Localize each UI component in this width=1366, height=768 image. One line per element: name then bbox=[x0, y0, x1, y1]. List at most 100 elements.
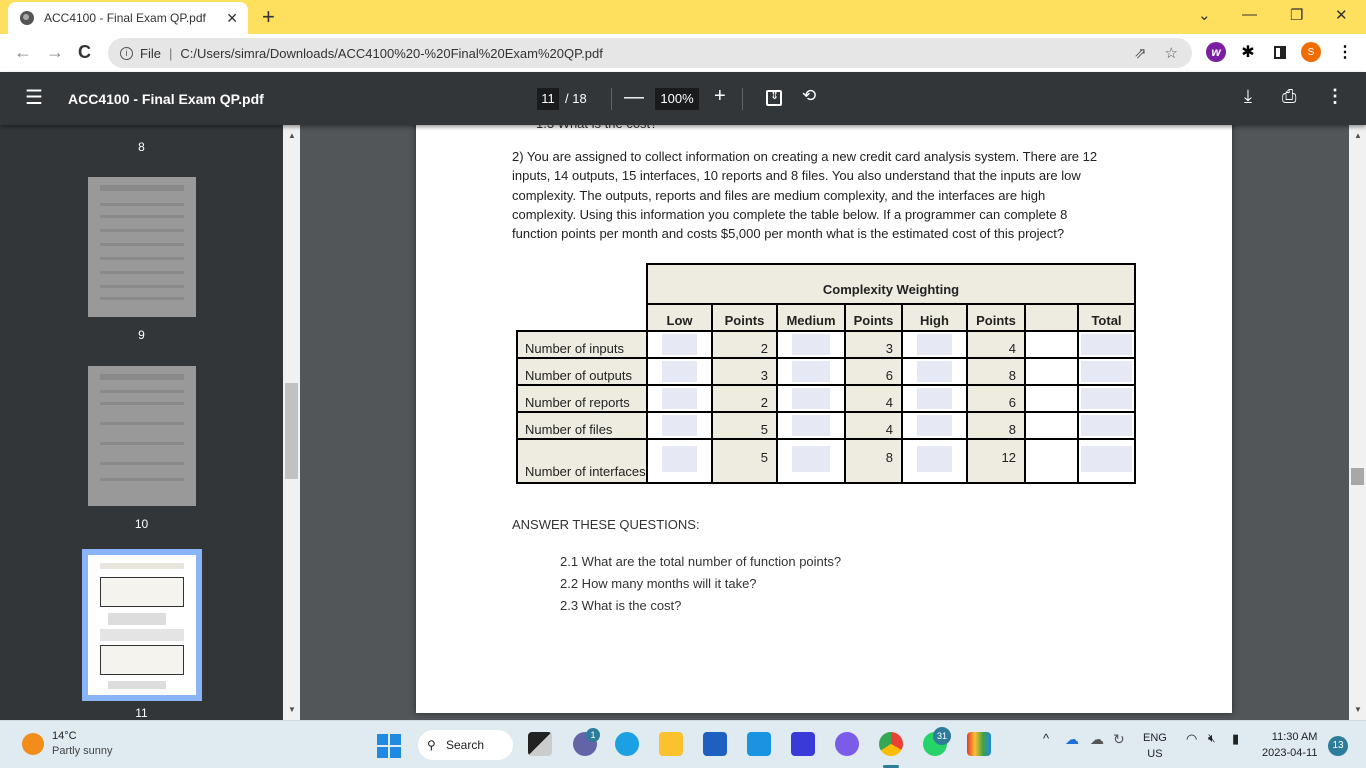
low-count-cell[interactable] bbox=[646, 384, 713, 413]
minimize-button[interactable]: — bbox=[1242, 6, 1257, 23]
info-icon[interactable]: i bbox=[120, 46, 133, 60]
medium-count-cell[interactable] bbox=[776, 330, 846, 359]
high-points-cell: 6 bbox=[966, 384, 1026, 413]
low-points-cell: 5 bbox=[711, 438, 778, 484]
language-indicator[interactable]: ENG US bbox=[1143, 730, 1167, 762]
system-clock[interactable]: 11:30 AM 2023-04-11 bbox=[1262, 729, 1317, 761]
thumbnail-page-number: 8 bbox=[138, 140, 145, 154]
download-icon[interactable]: ⤓ bbox=[1244, 86, 1252, 107]
bookmark-star-icon[interactable]: ☆ bbox=[1165, 44, 1178, 62]
low-count-cell[interactable] bbox=[646, 438, 713, 484]
medium-count-cell[interactable] bbox=[776, 411, 846, 440]
cloud-icon[interactable]: ☁ bbox=[1090, 731, 1104, 748]
forward-arrow-icon[interactable]: → bbox=[46, 42, 64, 63]
zoom-level-input[interactable]: 100% bbox=[655, 88, 699, 110]
page-thumbnail-active[interactable] bbox=[82, 549, 202, 701]
high-count-cell[interactable] bbox=[901, 330, 968, 359]
blank-cell bbox=[1024, 438, 1079, 484]
medium-count-cell[interactable] bbox=[776, 438, 846, 484]
address-url[interactable]: C:/Users/simra/Downloads/ACC4100%20-%20F… bbox=[180, 46, 602, 61]
clock-date: 2023-04-11 bbox=[1262, 747, 1318, 759]
reload-icon[interactable]: C bbox=[78, 42, 91, 63]
mail-icon[interactable] bbox=[747, 732, 771, 756]
address-separator: | bbox=[168, 45, 173, 61]
extension-w-icon[interactable]: w bbox=[1206, 42, 1226, 62]
globe-icon bbox=[20, 11, 34, 25]
medium-count-cell[interactable] bbox=[776, 357, 846, 386]
address-scheme-label: File bbox=[140, 45, 161, 61]
side-panel-icon[interactable] bbox=[1270, 42, 1290, 62]
notification-count-badge[interactable]: 13 bbox=[1328, 736, 1348, 756]
taskbar-search-box[interactable]: ⚲ Search bbox=[418, 730, 513, 760]
scroll-up-arrow-icon[interactable]: ▲ bbox=[288, 131, 296, 140]
low-count-cell[interactable] bbox=[646, 411, 713, 440]
show-hidden-icons-chevron[interactable]: ^ bbox=[1043, 731, 1049, 746]
back-arrow-icon[interactable]: ← bbox=[14, 42, 32, 63]
share-icon[interactable]: ⇗ bbox=[1134, 44, 1147, 62]
sidebar-scrollbar[interactable]: ▲ ▼ bbox=[283, 125, 300, 720]
address-bar[interactable]: i File | C:/Users/simra/Downloads/ACC410… bbox=[108, 38, 1192, 68]
scroll-down-arrow-icon[interactable]: ▼ bbox=[288, 705, 296, 714]
restore-button[interactable]: ❐ bbox=[1290, 6, 1303, 24]
rotate-icon[interactable]: ⟲ bbox=[802, 86, 816, 106]
chrome-icon[interactable] bbox=[879, 732, 903, 756]
high-count-cell[interactable] bbox=[901, 357, 968, 386]
wifi-icon[interactable]: ◠ bbox=[1186, 731, 1197, 747]
weather-temperature: 14°C bbox=[52, 730, 77, 742]
page-thumbnail[interactable] bbox=[88, 177, 196, 317]
zoom-in-button[interactable]: + bbox=[714, 85, 726, 108]
browser-menu-icon[interactable]: ⋮ bbox=[1335, 42, 1355, 62]
new-tab-button[interactable]: + bbox=[262, 4, 275, 30]
low-count-cell[interactable] bbox=[646, 330, 713, 359]
page-number-input[interactable]: 11 bbox=[537, 88, 559, 110]
high-count-cell[interactable] bbox=[901, 438, 968, 484]
page-total: / 18 bbox=[565, 91, 587, 106]
tab-title: ACC4100 - Final Exam QP.pdf bbox=[44, 11, 206, 25]
medium-count-cell[interactable] bbox=[776, 384, 846, 413]
scroll-down-arrow-icon[interactable]: ▼ bbox=[1354, 705, 1362, 714]
onedrive-error-icon[interactable]: ☁ bbox=[1065, 731, 1079, 748]
battery-charging-icon[interactable]: ▮ bbox=[1232, 731, 1239, 747]
high-count-cell[interactable] bbox=[901, 411, 968, 440]
weather-widget[interactable]: 14°C Partly sunny bbox=[22, 729, 113, 759]
toolbar-divider bbox=[742, 88, 743, 110]
hamburger-menu-icon[interactable]: ☰ bbox=[25, 88, 43, 108]
browser-tab[interactable]: ACC4100 - Final Exam QP.pdf ✕ bbox=[8, 2, 248, 34]
high-count-cell[interactable] bbox=[901, 384, 968, 413]
high-points-cell: 8 bbox=[966, 357, 1026, 386]
zoom-out-button[interactable]: — bbox=[624, 86, 644, 109]
total-cell[interactable] bbox=[1077, 438, 1136, 484]
sync-icon[interactable]: ↻ bbox=[1113, 731, 1125, 748]
total-cell[interactable] bbox=[1077, 357, 1136, 386]
column-header: Points bbox=[844, 303, 903, 332]
scroll-up-arrow-icon[interactable]: ▲ bbox=[1354, 131, 1362, 140]
extensions-puzzle-icon[interactable]: ✱ bbox=[1238, 42, 1258, 62]
pdf-more-options-icon[interactable]: ⋮ bbox=[1326, 86, 1344, 107]
document-scrollbar-thumb[interactable] bbox=[1351, 468, 1364, 485]
total-cell[interactable] bbox=[1077, 411, 1136, 440]
edge-browser-icon[interactable] bbox=[615, 732, 639, 756]
profile-avatar[interactable]: S bbox=[1301, 42, 1321, 62]
powertoys-icon[interactable] bbox=[967, 732, 991, 756]
total-cell[interactable] bbox=[1077, 384, 1136, 413]
complexity-weighting-header: Complexity Weighting bbox=[646, 263, 1136, 305]
tab-close-button[interactable]: ✕ bbox=[226, 10, 238, 27]
blank-cell bbox=[1024, 330, 1079, 359]
sidebar-scrollbar-thumb[interactable] bbox=[285, 383, 298, 479]
fit-to-page-icon[interactable] bbox=[766, 89, 782, 106]
medium-points-cell: 6 bbox=[844, 357, 903, 386]
low-count-cell[interactable] bbox=[646, 357, 713, 386]
copilot-icon[interactable] bbox=[835, 732, 859, 756]
tab-search-dropdown-icon[interactable]: ⌄ bbox=[1198, 6, 1211, 24]
windows-start-icon[interactable] bbox=[377, 734, 401, 758]
total-cell[interactable] bbox=[1077, 330, 1136, 359]
task-view-icon[interactable] bbox=[528, 732, 552, 756]
window-close-button[interactable]: ✕ bbox=[1335, 6, 1348, 24]
volume-muted-icon[interactable]: 🔇︎ bbox=[1208, 731, 1216, 746]
app-icon[interactable] bbox=[791, 732, 815, 756]
page-thumbnail[interactable] bbox=[88, 366, 196, 506]
print-icon[interactable]: ⎙ bbox=[1282, 86, 1296, 107]
microsoft-store-icon[interactable] bbox=[703, 732, 727, 756]
document-scrollbar[interactable]: ▲ ▼ bbox=[1349, 125, 1366, 720]
file-explorer-icon[interactable] bbox=[659, 732, 683, 756]
